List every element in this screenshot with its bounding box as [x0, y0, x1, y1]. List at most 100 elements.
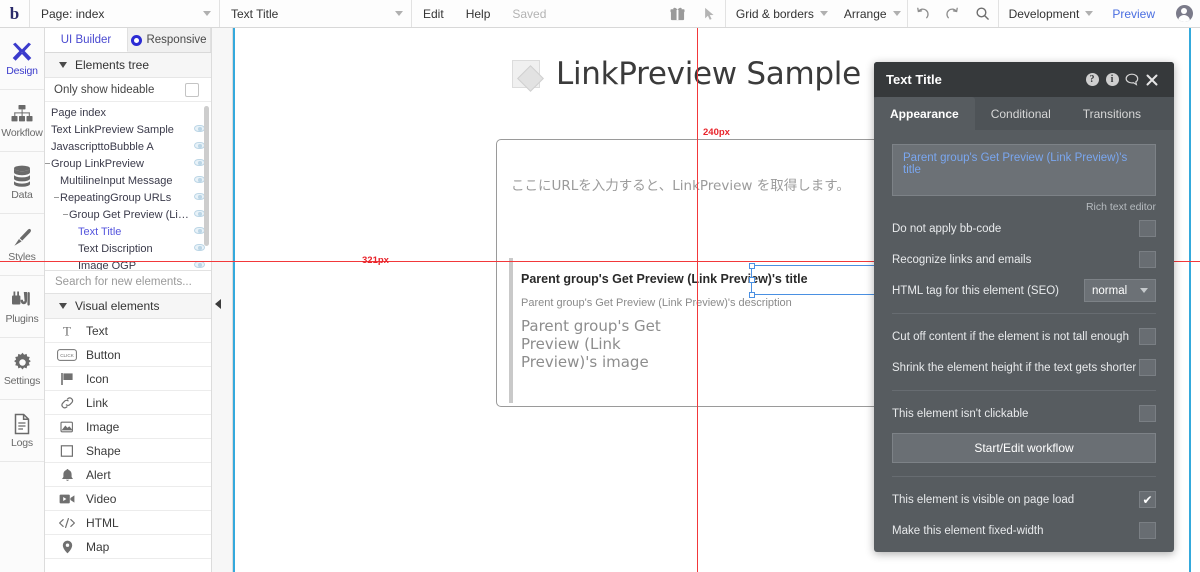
rail-item-styles[interactable]: Styles — [0, 214, 44, 276]
tab-ui-builder[interactable]: UI Builder — [45, 28, 128, 52]
responsive-dot-icon — [131, 34, 143, 46]
preview-button[interactable]: Preview — [1099, 0, 1168, 27]
page-selector[interactable]: Page: index — [30, 0, 220, 27]
visual-element-label: Map — [86, 539, 110, 554]
avatar[interactable] — [1168, 0, 1200, 27]
only-show-hideable-row: Only show hideable — [45, 78, 211, 102]
edit-menu[interactable]: Edit — [412, 0, 455, 27]
help-menu[interactable]: Help — [455, 0, 502, 27]
rich-text-editor-caption[interactable]: Rich text editor — [874, 201, 1156, 213]
visual-element-button[interactable]: CLICK Button — [45, 343, 211, 367]
pointer-icon[interactable] — [695, 0, 725, 27]
rail-item-workflow[interactable]: Workflow — [0, 90, 44, 152]
elements-tree-header[interactable]: Elements tree — [45, 53, 211, 78]
redo-icon[interactable] — [938, 0, 968, 27]
rail-label: Logs — [11, 437, 33, 449]
tree-node[interactable]: Text Title — [45, 223, 211, 240]
visual-element-shape[interactable]: Shape — [45, 439, 211, 463]
page-title: LinkPreview Sample — [556, 56, 861, 92]
search-icon[interactable] — [968, 0, 998, 27]
tree-node[interactable]: RepeatingGroup URLs — [45, 189, 211, 206]
visual-element-link[interactable]: Link — [45, 391, 211, 415]
collapse-panel-handle[interactable] — [213, 297, 223, 311]
visual-element-video[interactable]: Video — [45, 487, 211, 511]
visual-element-html[interactable]: HTML — [45, 511, 211, 535]
eye-icon[interactable] — [194, 244, 205, 251]
tree-node[interactable]: JavascripttoBubble A — [45, 138, 211, 155]
tab-responsive[interactable]: Responsive — [128, 28, 211, 52]
checkbox-fixed-width[interactable] — [1139, 522, 1156, 539]
image-icon — [57, 420, 77, 434]
divider — [892, 313, 1156, 314]
preview-title-text[interactable]: Parent group's Get Preview (Link Preview… — [521, 272, 808, 286]
tree-node[interactable]: Page index — [45, 104, 211, 121]
rail-label: Data — [11, 189, 33, 201]
only-show-hideable-checkbox[interactable] — [185, 82, 199, 97]
rail-item-plugins[interactable]: Plugins — [0, 276, 44, 338]
tree-expand-dash[interactable] — [45, 163, 50, 164]
rich-text-editor-field[interactable]: Parent group's Get Preview (Link Preview… — [892, 144, 1156, 196]
url-input-placeholder[interactable]: ここにURLを入力すると、LinkPreview を取得します。 — [511, 174, 850, 194]
comment-icon[interactable] — [1122, 73, 1142, 86]
visual-element-alert[interactable]: Alert — [45, 463, 211, 487]
rail-item-logs[interactable]: Logs — [0, 400, 44, 462]
rail-item-data[interactable]: Data — [0, 152, 44, 214]
element-selector[interactable]: Text Title — [220, 0, 412, 27]
help-circle-icon[interactable]: ? — [1082, 73, 1102, 86]
visual-element-image[interactable]: Image — [45, 415, 211, 439]
tree-node[interactable]: Text Discription — [45, 240, 211, 257]
visual-element-text[interactable]: T Text — [45, 319, 211, 343]
image-placeholder-icon — [512, 60, 540, 88]
html-tag-label: HTML tag for this element (SEO) — [892, 284, 1060, 297]
option-shrink-height: Shrink the element height if the text ge… — [874, 352, 1174, 383]
tab-appearance[interactable]: Appearance — [874, 97, 975, 130]
visual-element-map[interactable]: Map — [45, 535, 211, 559]
checkbox-shrink-height[interactable] — [1139, 359, 1156, 376]
tree-node[interactable]: Image OGP — [45, 257, 211, 270]
preview-image-text[interactable]: Parent group's Get Preview (Link Preview… — [521, 317, 691, 371]
info-circle-icon[interactable]: i — [1102, 73, 1122, 86]
workflow-icon — [11, 102, 33, 126]
checkbox-visible-on-page-load[interactable]: ✔ — [1139, 491, 1156, 508]
svg-text:CLICK: CLICK — [60, 353, 74, 358]
eye-icon[interactable] — [194, 261, 205, 268]
rail-item-settings[interactable]: Settings — [0, 338, 44, 400]
accent-bar — [509, 258, 513, 403]
checkbox-cut-off-content[interactable] — [1139, 328, 1156, 345]
preview-description-text[interactable]: Parent group's Get Preview (Link Preview… — [521, 297, 792, 309]
tree-scrollbar[interactable] — [204, 106, 209, 246]
tree-node-label: Group LinkPreview — [51, 157, 144, 170]
tree-node[interactable]: Group LinkPreview — [45, 155, 211, 172]
visual-elements-header[interactable]: Visual elements — [45, 294, 211, 319]
elements-tree-title: Elements tree — [75, 58, 150, 72]
rail-label: Design — [6, 65, 38, 77]
option-not-clickable: This element isn't clickable — [874, 398, 1174, 429]
undo-icon[interactable] — [908, 0, 938, 27]
tree-expand-dash[interactable] — [63, 214, 68, 215]
checkbox-not-clickable[interactable] — [1139, 405, 1156, 422]
tab-conditional[interactable]: Conditional — [974, 97, 1067, 130]
tree-node[interactable]: Group Get Preview (Lin... — [45, 206, 211, 223]
search-new-elements-input[interactable]: Search for new elements... — [45, 270, 211, 294]
tree-node[interactable]: MultilineInput Message — [45, 172, 211, 189]
canvas-right-edge — [1189, 28, 1191, 572]
checkbox-do-not-apply-bbcode[interactable] — [1139, 220, 1156, 237]
arrange-menu[interactable]: Arrange — [834, 0, 907, 27]
visual-element-icon[interactable]: Icon — [45, 367, 211, 391]
rail-item-design[interactable]: Design — [0, 28, 44, 90]
page-title-element[interactable]: LinkPreview Sample — [512, 56, 861, 92]
tab-transitions[interactable]: Transitions — [1066, 97, 1157, 130]
html-tag-select[interactable]: normal — [1084, 279, 1156, 302]
start-edit-workflow-button[interactable]: Start/Edit workflow — [892, 433, 1156, 463]
gift-icon[interactable] — [661, 0, 695, 27]
option-cut-off-content: Cut off content if the element is not ta… — [874, 321, 1174, 352]
checkbox-recognize-links-emails[interactable] — [1139, 251, 1156, 268]
grid-borders-menu[interactable]: Grid & borders — [726, 0, 834, 27]
property-panel-header: Text Title ? i — [874, 62, 1174, 97]
tree-node[interactable]: Text LinkPreview Sample — [45, 121, 211, 138]
saved-status: Saved — [512, 6, 547, 21]
tree-expand-dash[interactable] — [54, 197, 59, 198]
close-icon[interactable] — [1142, 74, 1162, 86]
version-selector[interactable]: Development — [999, 0, 1100, 27]
bubble-logo[interactable]: b — [0, 0, 30, 27]
